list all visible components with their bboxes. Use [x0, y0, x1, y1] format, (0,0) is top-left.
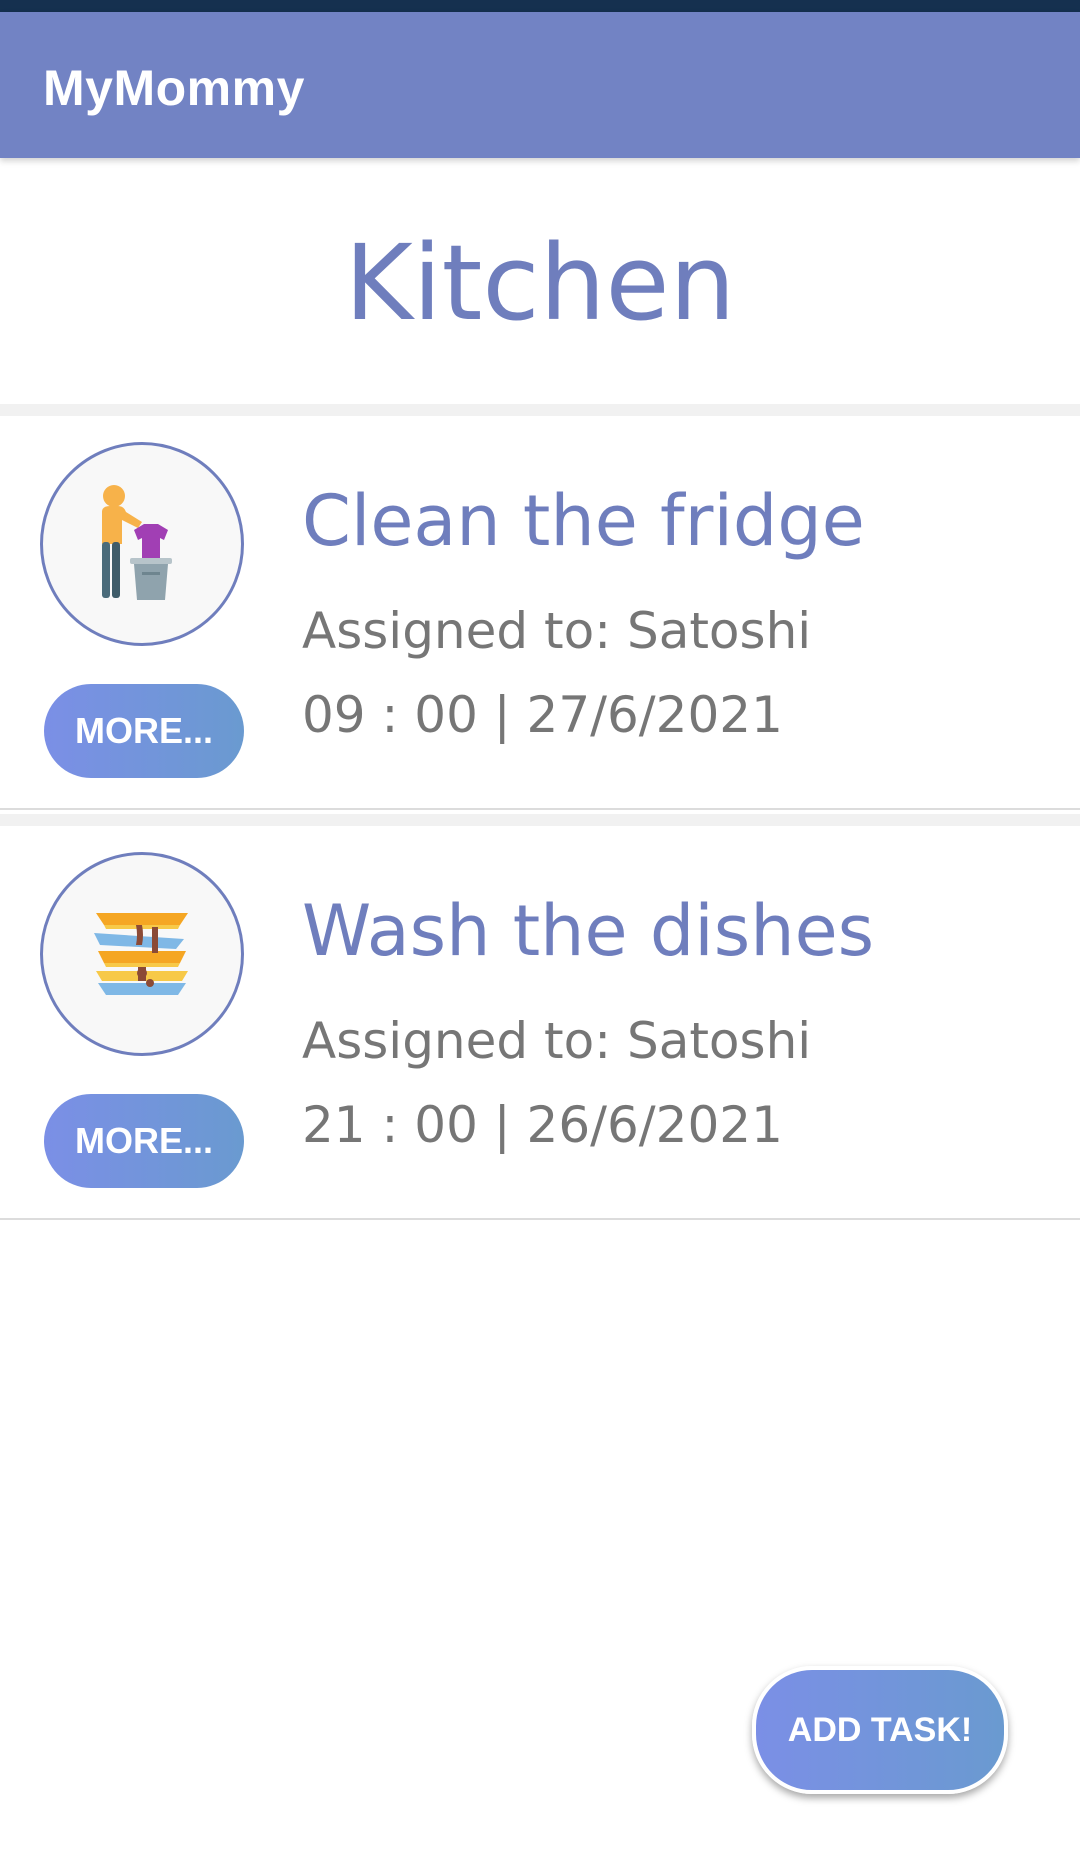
task-datetime: 21 : 00 | 26/6/2021 [302, 1096, 783, 1154]
status-bar [0, 0, 1080, 12]
page-title: Kitchen [344, 222, 736, 344]
app-bar: MyMommy [0, 12, 1080, 158]
task-card[interactable]: MORE... Wash the dishes Assigned to: Sat… [0, 814, 1080, 1220]
app-title: MyMommy [43, 60, 305, 116]
dishes-icon [94, 913, 188, 995]
task-avatar [40, 852, 244, 1056]
task-title: Wash the dishes [302, 890, 875, 972]
add-task-button[interactable]: ADD TASK! [752, 1666, 1008, 1794]
task-datetime: 09 : 00 | 27/6/2021 [302, 686, 783, 744]
task-assignee: Assigned to: Satoshi [302, 1012, 812, 1070]
task-card[interactable]: MORE... Clean the fridge Assigned to: Sa… [0, 404, 1080, 810]
task-avatar [40, 442, 244, 646]
more-button[interactable]: MORE... [44, 684, 244, 778]
task-assignee: Assigned to: Satoshi [302, 602, 812, 660]
task-title: Clean the fridge [302, 480, 865, 562]
more-button[interactable]: MORE... [44, 1094, 244, 1188]
laundry-icon [102, 485, 172, 600]
